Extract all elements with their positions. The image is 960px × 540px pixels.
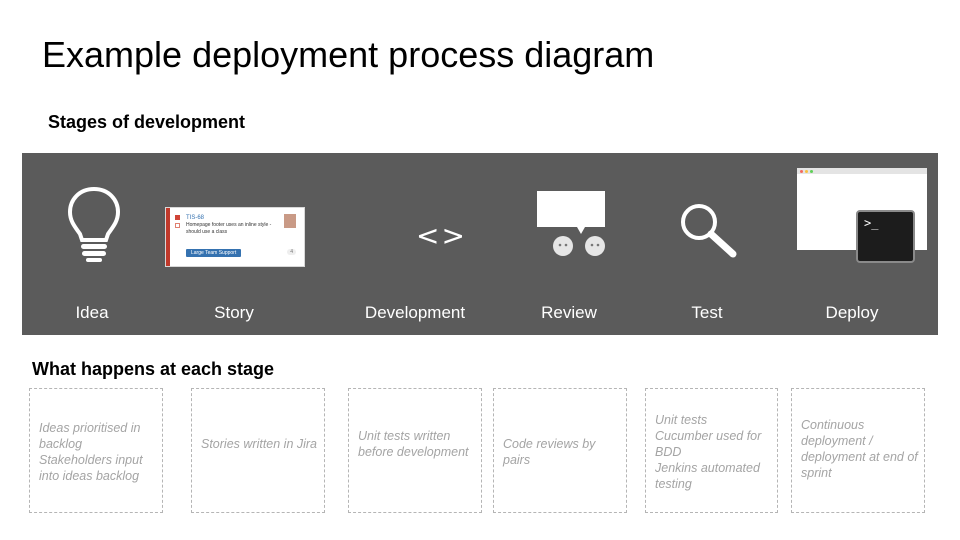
details-heading: What happens at each stage [32, 359, 275, 379]
stages-heading: Stages of development [48, 112, 246, 132]
stage-label-development: Development [364, 303, 466, 322]
stage-label-review: Review [541, 303, 597, 322]
story-type-icon [175, 215, 180, 220]
story-count: 4 [287, 249, 296, 255]
story-priority-icon [175, 223, 180, 228]
stage-detail-test: Unit tests Cucumber used for BDD Jenkins… [645, 388, 778, 513]
lightbulb-icon [67, 186, 121, 262]
story-badge: Large Team Support [186, 249, 242, 257]
stages-band: TIS-68 Homepage footer uses an inline st… [22, 153, 938, 335]
stage-detail-review: Code reviews by pairs [493, 388, 627, 513]
story-card-icon: TIS-68 Homepage footer uses an inline st… [166, 208, 304, 266]
stage-detail-text: Ideas prioritised in backlog Stakeholder… [39, 421, 143, 483]
stage-label-test: Test [691, 303, 723, 322]
speech-bubble-faces-icon [537, 191, 605, 256]
stage-detail-text: Unit tests written before development [358, 429, 469, 459]
stage-detail-text: Code reviews by pairs [503, 437, 596, 467]
stage-detail-development: Unit tests written before development [348, 388, 482, 513]
stage-detail-text: Continuous deployment / deployment at en… [801, 418, 918, 480]
terminal-window-icon: >_ [856, 210, 915, 263]
story-summary: Homepage footer uses an inline style - s… [186, 222, 272, 235]
stage-label-deploy: Deploy [825, 303, 879, 322]
stage-detail-story: Stories written in Jira [191, 388, 325, 513]
story-key: TIS-68 [186, 215, 205, 221]
terminal-prompt: >_ [864, 216, 879, 230]
stage-detail-text: Stories written in Jira [201, 437, 318, 451]
magnifier-icon [681, 204, 737, 258]
code-brackets-icon: <> [416, 219, 467, 252]
stage-detail-text: Unit tests Cucumber used for BDD Jenkins… [655, 413, 762, 491]
page-title: Example deployment process diagram [42, 34, 655, 75]
stage-label-story: Story [214, 303, 254, 322]
stage-detail-deploy: Continuous deployment / deployment at en… [791, 388, 925, 513]
stage-detail-idea: Ideas prioritised in backlog Stakeholder… [29, 388, 163, 513]
avatar [284, 214, 296, 228]
stage-label-idea: Idea [75, 303, 109, 322]
